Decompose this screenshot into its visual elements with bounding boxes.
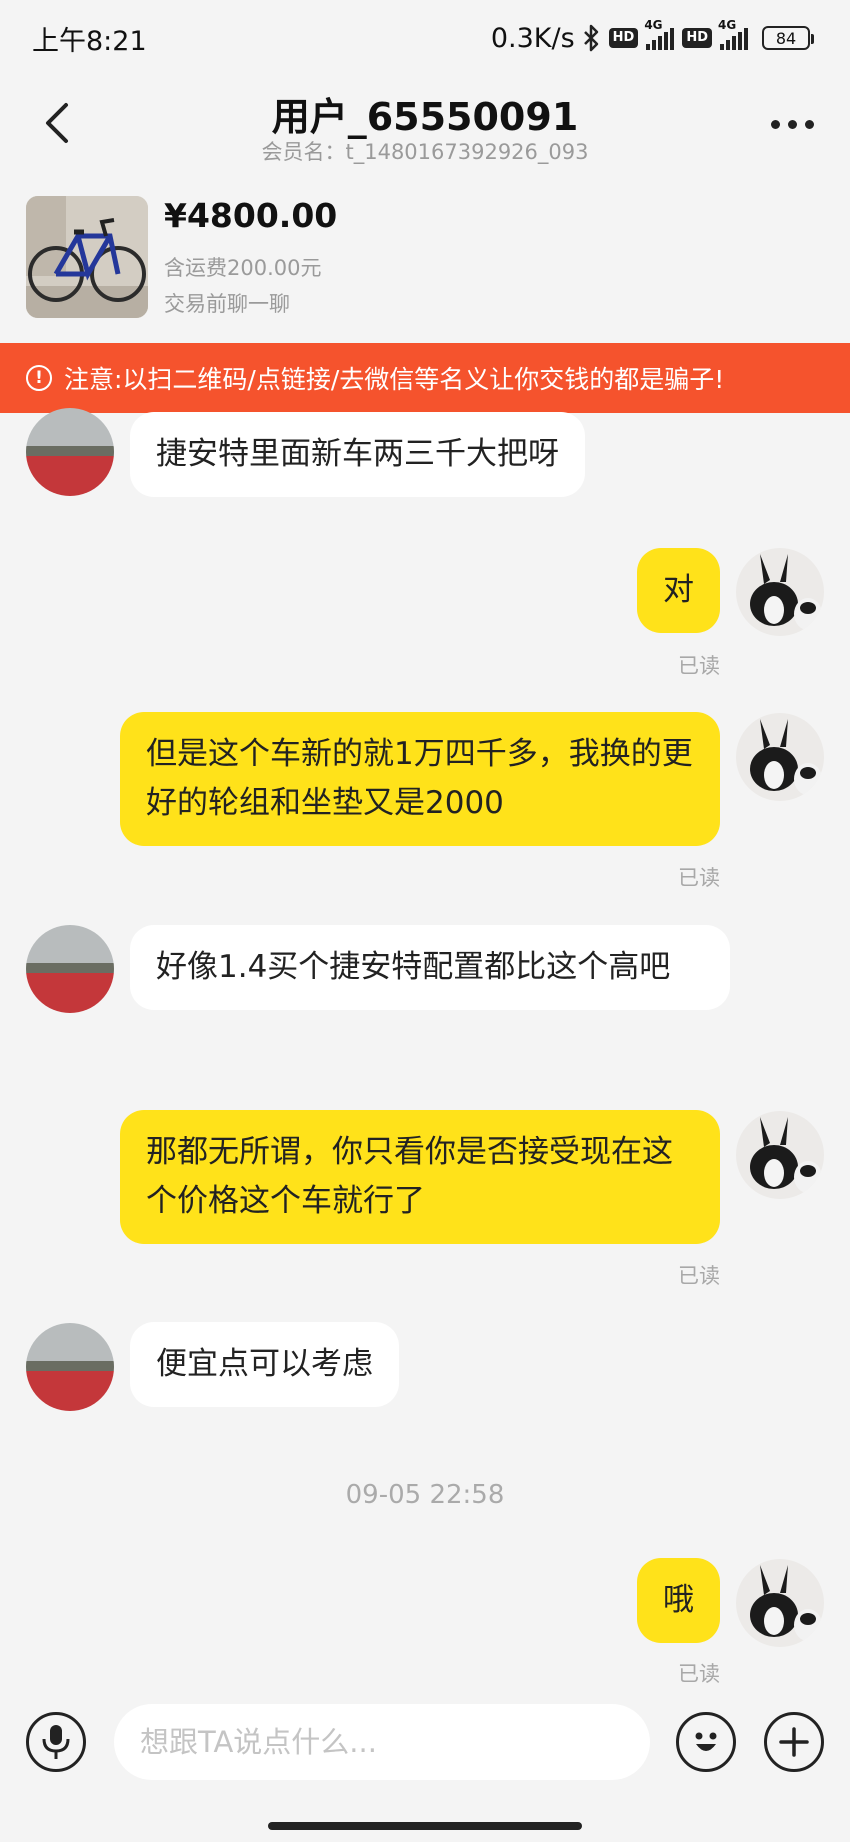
message-bubble-outgoing[interactable]: 但是这个车新的就1万四千多，我换的更好的轮组和坐垫又是2000	[120, 712, 720, 846]
message-bubble-incoming[interactable]: 好像1.4买个捷安特配置都比这个高吧	[130, 925, 730, 1010]
network-speed: 0.3K/s	[490, 22, 575, 54]
product-image[interactable]	[26, 196, 148, 318]
warning-text: 注意:以扫二维码/点链接/去微信等名义让你交钱的都是骗子!	[64, 365, 725, 394]
message-timestamp: 09-05 22:58	[345, 1480, 505, 1510]
read-receipt: 已读	[678, 866, 720, 890]
status-bar: 上午8:21 0.3K/s HD 4G HD 4G 84	[0, 0, 850, 76]
plus-icon	[779, 1727, 809, 1757]
emoji-icon	[695, 1732, 717, 1751]
status-indicators: 0.3K/s HD 4G HD 4G 84	[490, 18, 814, 54]
bluetooth-icon	[583, 24, 598, 52]
product-price: ¥4800.00	[164, 196, 338, 235]
voice-button[interactable]	[26, 1712, 86, 1772]
more-dot	[770, 119, 780, 129]
emoji-button[interactable]	[676, 1712, 736, 1772]
more-dot	[787, 119, 797, 129]
product-shipping: 含运费200.00元	[164, 256, 322, 280]
my-avatar[interactable]	[736, 548, 824, 636]
my-avatar[interactable]	[736, 713, 824, 801]
bicycle-image	[26, 196, 148, 318]
hd-badge-1: HD	[608, 28, 639, 48]
message-bubble-outgoing[interactable]: 哦	[637, 1558, 720, 1643]
member-name: 会员名：t_1480167392926_093	[261, 140, 589, 164]
message-input[interactable]	[114, 1704, 650, 1780]
hd-badge-2: HD	[682, 28, 712, 48]
product-card[interactable]: ¥4800.00 含运费200.00元 交易前聊一聊	[0, 190, 850, 340]
other-avatar[interactable]	[26, 1323, 114, 1411]
read-receipt: 已读	[678, 1264, 720, 1288]
message-bubble-outgoing[interactable]: 对	[637, 548, 720, 633]
input-bar	[0, 1692, 850, 1802]
read-receipt: 已读	[678, 1662, 720, 1686]
more-button[interactable]	[762, 102, 822, 146]
home-indicator[interactable]	[268, 1822, 582, 1830]
message-bubble-outgoing[interactable]: 那都无所谓，你只看你是否接受现在这个价格这个车就行了	[120, 1110, 720, 1244]
product-note: 交易前聊一聊	[164, 292, 290, 316]
status-time: 上午8:21	[32, 25, 147, 57]
my-avatar[interactable]	[736, 1111, 824, 1199]
message-bubble-incoming[interactable]: 捷安特里面新车两三千大把呀	[130, 412, 585, 497]
battery-icon: 84	[762, 26, 814, 50]
signal-icon-2: 4G	[718, 18, 748, 50]
other-avatar[interactable]	[26, 925, 114, 1013]
my-avatar[interactable]	[736, 1559, 824, 1647]
microphone-icon	[42, 1725, 70, 1759]
chat-header: 用户_65550091 会员名：t_1480167392926_093	[0, 76, 850, 176]
signal-icon-1: 4G	[644, 18, 675, 50]
message-bubble-incoming[interactable]: 便宜点可以考虑	[130, 1322, 399, 1407]
more-actions-button[interactable]	[764, 1712, 824, 1772]
warning-circle-icon: !	[26, 365, 52, 391]
more-dot	[804, 119, 814, 129]
other-avatar[interactable]	[26, 408, 114, 496]
read-receipt: 已读	[678, 654, 720, 678]
fraud-warning-banner: ! 注意:以扫二维码/点链接/去微信等名义让你交钱的都是骗子!	[0, 343, 850, 413]
page-title: 用户_65550091	[271, 95, 579, 139]
